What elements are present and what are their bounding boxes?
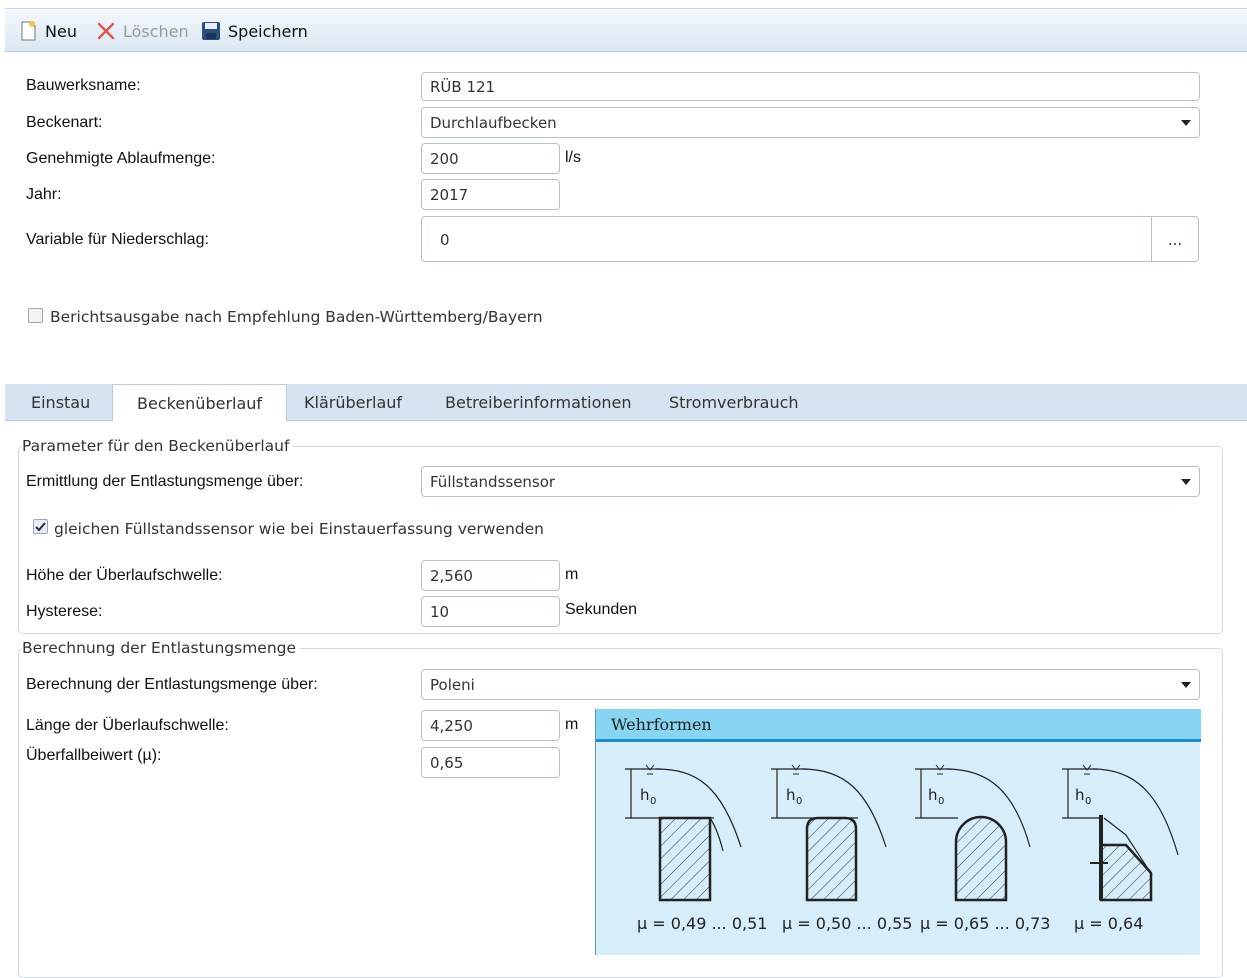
save-disk-icon	[202, 22, 220, 40]
mu-label-2: µ = 0,50 ... 0,55	[782, 914, 913, 933]
wehr-shape-3: h 0	[915, 764, 1031, 902]
checkmark-icon	[35, 522, 46, 532]
chevron-down-icon	[1181, 479, 1191, 485]
hoehe-unit: m	[565, 566, 579, 583]
hysterese-label: Hysterese:	[26, 603, 103, 620]
sensor-checkbox-label: gleichen Füllstandssensor wie bei Einsta…	[54, 520, 545, 538]
tab-einstau[interactable]: Einstau	[31, 384, 90, 421]
ermittlung-label: Ermittlung der Entlastungsmenge über:	[26, 473, 304, 490]
hoehe-input[interactable]: 2,560	[421, 560, 560, 591]
laenge-label: Länge der Überlaufschwelle:	[26, 717, 229, 734]
ablaufmenge-label: Genehmigte Ablaufmenge:	[26, 150, 216, 167]
browse-button-label: ...	[1167, 231, 1183, 249]
ermittlung-value: Füllstandssensor	[430, 473, 556, 491]
h0-label-3: h	[928, 786, 938, 804]
delete-button-label: Löschen	[123, 21, 189, 41]
hysterese-unit: Sekunden	[565, 601, 638, 618]
h0-label-4: h	[1075, 786, 1085, 804]
h0-sub-4: 0	[1085, 796, 1091, 807]
delete-x-icon	[97, 22, 115, 40]
wehrformen-panel: Wehrformen h 0 h 0 h 0 h 0 µ = 0,49 ... …	[595, 709, 1201, 955]
bauwerksname-value: RÜB 121	[430, 78, 496, 96]
wehr-shape-4: h 0	[1062, 764, 1179, 902]
save-button-label: Speichern	[228, 21, 308, 41]
wehrformen-title: Wehrformen	[611, 715, 712, 734]
beckenart-value: Durchlaufbecken	[430, 114, 557, 132]
berechnung-group-title: Berechnung der Entlastungsmenge	[22, 639, 301, 657]
mu-label-1: µ = 0,49 ... 0,51	[637, 914, 768, 933]
h0-sub-1: 0	[650, 796, 656, 807]
ablaufmenge-value: 200	[430, 150, 459, 168]
mu-label-3: µ = 0,65 ... 0,73	[920, 914, 1051, 933]
methode-value: Poleni	[430, 676, 475, 694]
tab-einstau-label: Einstau	[31, 393, 91, 412]
laenge-value: 4,250	[430, 717, 473, 735]
ermittlung-select[interactable]: Füllstandssensor	[421, 466, 1200, 497]
jahr-value: 2017	[430, 186, 469, 204]
tab-klaerueberlauf-label: Klärüberlauf	[304, 393, 403, 412]
mu-label-4: µ = 0,64	[1074, 914, 1144, 933]
h0-label-2: h	[786, 786, 796, 804]
wehr-shape-2: h 0	[771, 764, 887, 902]
tab-klaerueberlauf[interactable]: Klärüberlauf	[304, 384, 402, 421]
delete-button[interactable]: Löschen	[95, 19, 189, 43]
ablaufmenge-unit: l/s	[565, 149, 581, 166]
hysterese-value: 10	[430, 603, 450, 621]
h0-sub-2: 0	[796, 796, 802, 807]
methode-label: Berechnung der Entlastungsmenge über:	[26, 676, 318, 693]
tab-stromverbrauch-label: Stromverbrauch	[669, 393, 799, 412]
tab-betreiberinformationen-label: Betreiberinformationen	[445, 393, 632, 412]
beiwert-value: 0,65	[430, 754, 464, 772]
jahr-input[interactable]: 2017	[421, 179, 560, 210]
parameter-group-title: Parameter für den Beckenüberlauf	[22, 437, 294, 455]
wehrformen-header: Wehrformen	[596, 709, 1201, 742]
niederschlag-label: Variable für Niederschlag:	[26, 231, 209, 248]
tab-beckenueberlauf[interactable]: Beckenüberlauf	[112, 384, 288, 422]
laenge-unit: m	[565, 716, 579, 733]
chevron-down-icon	[1181, 120, 1191, 126]
beckenart-select[interactable]: Durchlaufbecken	[421, 107, 1200, 138]
wehrformen-diagram: h 0 h 0 h 0 h 0	[625, 764, 1179, 902]
chevron-down-icon	[1181, 682, 1191, 688]
bericht-checkbox-label: Berichtsausgabe nach Empfehlung Baden-Wü…	[50, 308, 543, 326]
toolbar: Neu Löschen Speichern	[5, 8, 1247, 52]
hoehe-label: Höhe der Überlaufschwelle:	[26, 567, 223, 584]
h0-label-1: h	[640, 786, 650, 804]
wehr-shape-1: h 0	[625, 764, 742, 902]
new-button-label: Neu	[45, 21, 77, 41]
bauwerksname-input[interactable]: RÜB 121	[421, 72, 1200, 101]
niederschlag-browse-button[interactable]: ...	[1151, 216, 1199, 262]
tab-stromverbrauch[interactable]: Stromverbrauch	[669, 384, 799, 421]
tab-bar: Einstau Beckenüberlauf Klärüberlauf Betr…	[5, 384, 1247, 422]
hysterese-input[interactable]: 10	[421, 596, 560, 627]
niederschlag-value: 0	[440, 231, 450, 249]
tab-beckenueberlauf-label: Beckenüberlauf	[137, 394, 263, 413]
beckenart-label: Beckenart:	[26, 114, 103, 131]
beiwert-label: Überfallbeiwert (µ):	[26, 747, 162, 764]
methode-select[interactable]: Poleni	[421, 669, 1200, 700]
jahr-label: Jahr:	[26, 186, 62, 203]
new-button[interactable]: Neu	[17, 19, 77, 43]
bericht-checkbox[interactable]	[28, 308, 43, 323]
h0-sub-3: 0	[938, 796, 944, 807]
sensor-checkbox[interactable]	[33, 519, 48, 534]
laenge-input[interactable]: 4,250	[421, 710, 560, 741]
new-document-icon	[21, 21, 36, 41]
beiwert-input[interactable]: 0,65	[421, 747, 560, 778]
niederschlag-input[interactable]: 0	[421, 216, 1152, 262]
ablaufmenge-input[interactable]: 200	[421, 143, 560, 174]
hoehe-value: 2,560	[430, 567, 473, 585]
tab-betreiberinformationen[interactable]: Betreiberinformationen	[445, 384, 632, 421]
save-button[interactable]: Speichern	[200, 19, 308, 43]
bauwerksname-label: Bauwerksname:	[26, 77, 141, 94]
